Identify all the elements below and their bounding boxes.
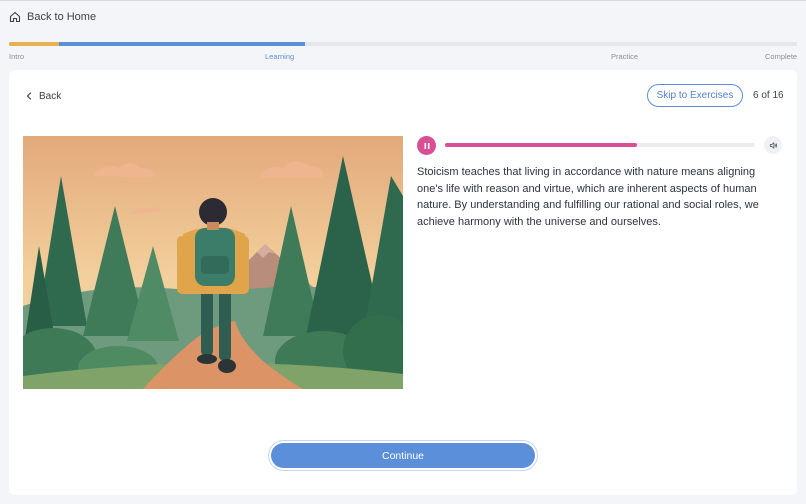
- step-label-intro: Intro: [9, 52, 25, 61]
- audio-pause-button[interactable]: [417, 136, 436, 155]
- pause-icon: [424, 142, 429, 149]
- back-label: Back: [39, 90, 62, 102]
- lesson-progress-bar: [9, 42, 797, 46]
- hiker-in-forest-illustration: [23, 136, 403, 389]
- continue-button[interactable]: Continue: [271, 443, 535, 468]
- step-label-learning: Learning: [265, 52, 295, 61]
- page-counter: 6 of 16: [753, 90, 784, 101]
- lesson-text: Stoicism teaches that living in accordan…: [417, 166, 759, 228]
- back-to-home-label: Back to Home: [27, 11, 97, 23]
- audio-progress-track[interactable]: [445, 143, 755, 147]
- lesson-card: Back Skip to Exercises 6 of 16 Stoicism …: [9, 70, 797, 495]
- step-label-complete: Complete: [765, 52, 798, 61]
- home-icon: [9, 11, 21, 23]
- progress-intro-segment: [9, 42, 59, 46]
- back-to-home-link[interactable]: Back to Home: [9, 9, 96, 25]
- audio-progress-fill: [445, 143, 638, 147]
- skip-to-exercises-button[interactable]: Skip to Exercises: [647, 84, 743, 107]
- chevron-left-icon: [26, 92, 32, 100]
- volume-button[interactable]: [764, 136, 782, 154]
- progress-learning-segment: [59, 42, 305, 46]
- back-button[interactable]: Back: [25, 89, 61, 103]
- top-divider: [0, 0, 806, 1]
- step-label-practice: Practice: [611, 52, 639, 61]
- speaker-icon: [769, 141, 777, 149]
